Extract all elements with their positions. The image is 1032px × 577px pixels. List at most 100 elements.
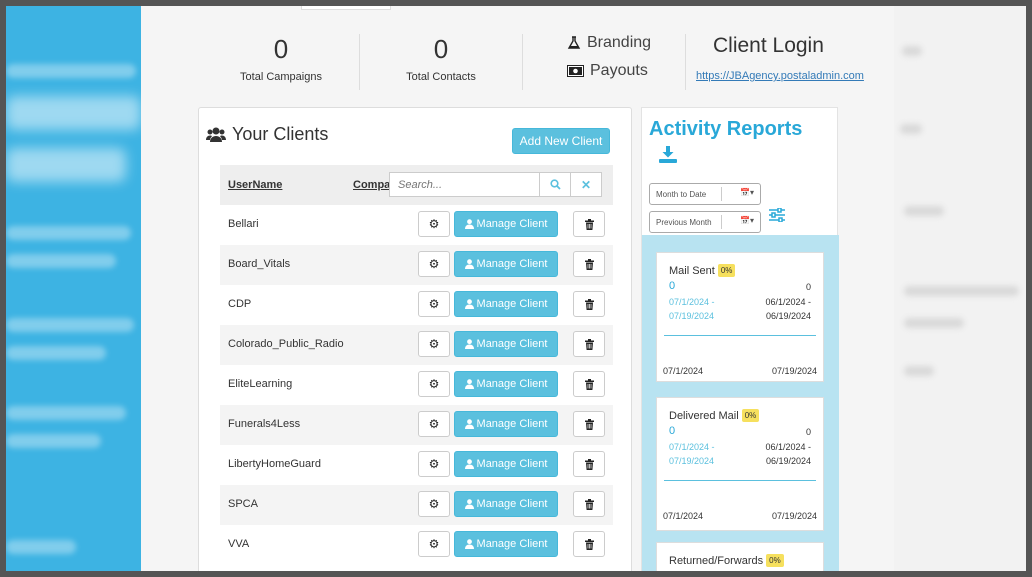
- gear-icon: ⚙: [428, 457, 440, 471]
- table-row: VVA ⚙ Manage Client: [220, 525, 613, 565]
- card-title: Returned/Forwards: [669, 554, 764, 567]
- search-input[interactable]: [389, 172, 540, 197]
- manage-client-label: Manage Client: [476, 378, 548, 390]
- client-username: SPCA: [228, 498, 258, 510]
- manage-client-button[interactable]: Manage Client: [454, 451, 558, 477]
- manage-client-button[interactable]: Manage Client: [454, 331, 558, 357]
- delete-client-button[interactable]: [573, 411, 605, 437]
- add-new-client-button[interactable]: Add New Client: [512, 128, 610, 154]
- client-username: LibertyHomeGuard: [228, 458, 321, 470]
- table-row: Colorado_Public_Radio ⚙ Manage Client: [220, 325, 613, 365]
- delete-client-button[interactable]: [573, 291, 605, 317]
- delete-client-button[interactable]: [573, 251, 605, 277]
- client-username: EliteLearning: [228, 378, 293, 390]
- table-row: SPCA ⚙ Manage Client: [220, 485, 613, 525]
- manage-client-button[interactable]: Manage Client: [454, 291, 558, 317]
- total-campaigns-label: Total Campaigns: [240, 71, 322, 83]
- previous-value: 0: [805, 427, 811, 437]
- trash-icon: [584, 338, 594, 350]
- screen: 0 Total Campaigns 0 Total Contacts Brand…: [6, 6, 1026, 571]
- clear-search-button[interactable]: ✕: [570, 172, 602, 197]
- gear-icon: ⚙: [428, 417, 440, 431]
- percent-badge: 0%: [766, 554, 784, 567]
- user-icon: [464, 339, 474, 349]
- table-row: Bellari ⚙ Manage Client: [220, 205, 613, 245]
- delete-client-button[interactable]: [573, 211, 605, 237]
- gear-icon: ⚙: [428, 377, 440, 391]
- user-icon: [464, 459, 474, 469]
- date-range-previous-label: Previous Month: [656, 217, 712, 227]
- user-icon: [464, 419, 474, 429]
- manage-client-button[interactable]: Manage Client: [454, 211, 558, 237]
- table-row: LibertyHomeGuard ⚙ Manage Client: [220, 445, 613, 485]
- download-icon[interactable]: [659, 146, 677, 168]
- manage-client-button[interactable]: Manage Client: [454, 531, 558, 557]
- mail-sent-card: Mail Sent 0% 0 07/1/2024 - 07/19/2024 0 06…: [656, 252, 824, 382]
- clients-table-body: Bellari ⚙ Manage Client Board_Vitals ⚙ Manage…: [220, 205, 613, 565]
- trash-icon: [584, 258, 594, 270]
- client-username: Board_Vitals: [228, 258, 291, 270]
- current-range-start: 07/1/2024 -: [669, 297, 715, 307]
- table-row: CDP ⚙ Manage Client: [220, 285, 613, 325]
- activity-reports-title: Activity Reports: [649, 118, 803, 140]
- delete-client-button[interactable]: [573, 531, 605, 557]
- search-button[interactable]: [539, 172, 571, 197]
- card-value: 0: [669, 425, 676, 437]
- background-right-panel: [894, 6, 1026, 571]
- previous-range-end: 06/19/2024: [765, 311, 811, 321]
- card-value: 0: [669, 280, 676, 292]
- trash-icon: [584, 218, 594, 230]
- divider: [522, 34, 523, 90]
- manage-client-button[interactable]: Manage Client: [454, 411, 558, 437]
- client-settings-button[interactable]: ⚙: [418, 291, 450, 317]
- payouts-link[interactable]: Payouts: [567, 62, 648, 80]
- axis-end-date: 07/19/2024: [771, 511, 817, 521]
- previous-range-start: 06/1/2024 -: [765, 297, 811, 307]
- delete-client-button[interactable]: [573, 331, 605, 357]
- branding-link[interactable]: Branding: [567, 34, 651, 52]
- date-range-select-current[interactable]: Month to Date 📅▾: [649, 183, 761, 205]
- client-login-url[interactable]: https://JBAgency.postaladmin.com: [696, 70, 864, 82]
- client-settings-button[interactable]: ⚙: [418, 411, 450, 437]
- current-range-end: 07/19/2024: [669, 311, 715, 321]
- filter-settings-icon[interactable]: [769, 207, 785, 227]
- divider: [685, 34, 686, 90]
- total-campaigns-stat: 0 Total Campaigns: [236, 32, 326, 83]
- manage-client-button[interactable]: Manage Client: [454, 491, 558, 517]
- gear-icon: ⚙: [428, 497, 440, 511]
- manage-client-label: Manage Client: [476, 538, 548, 550]
- date-range-select-previous[interactable]: Previous Month 📅▾: [649, 211, 761, 233]
- manage-client-label: Manage Client: [476, 498, 548, 510]
- client-settings-button[interactable]: ⚙: [418, 331, 450, 357]
- username-column-header[interactable]: UserName: [228, 179, 282, 191]
- trash-icon: [584, 538, 594, 550]
- manage-client-label: Manage Client: [476, 458, 548, 470]
- close-icon: ✕: [580, 177, 592, 192]
- client-settings-button[interactable]: ⚙: [418, 251, 450, 277]
- axis-start-date: 07/1/2024: [663, 366, 704, 376]
- flask-icon: [567, 36, 581, 49]
- payouts-label: Payouts: [590, 62, 648, 79]
- delete-client-button[interactable]: [573, 491, 605, 517]
- delete-client-button[interactable]: [573, 371, 605, 397]
- manage-client-label: Manage Client: [476, 418, 548, 430]
- client-settings-button[interactable]: ⚙: [418, 371, 450, 397]
- manage-client-button[interactable]: Manage Client: [454, 371, 558, 397]
- gear-icon: ⚙: [428, 297, 440, 311]
- client-settings-button[interactable]: ⚙: [418, 491, 450, 517]
- user-icon: [464, 259, 474, 269]
- client-settings-button[interactable]: ⚙: [418, 211, 450, 237]
- total-contacts-label: Total Contacts: [406, 71, 476, 83]
- manage-client-label: Manage Client: [476, 258, 548, 270]
- client-username: Bellari: [228, 218, 259, 230]
- delivered-mail-card: Delivered Mail 0% 0 07/1/2024 - 07/19/2024…: [656, 397, 824, 531]
- previous-range-start: 06/1/2024 -: [765, 442, 811, 452]
- table-row: Board_Vitals ⚙ Manage Client: [220, 245, 613, 285]
- user-icon: [464, 379, 474, 389]
- client-settings-button[interactable]: ⚙: [418, 451, 450, 477]
- client-settings-button[interactable]: ⚙: [418, 531, 450, 557]
- delete-client-button[interactable]: [573, 451, 605, 477]
- user-icon: [464, 499, 474, 509]
- manage-client-button[interactable]: Manage Client: [454, 251, 558, 277]
- users-icon: [206, 127, 226, 142]
